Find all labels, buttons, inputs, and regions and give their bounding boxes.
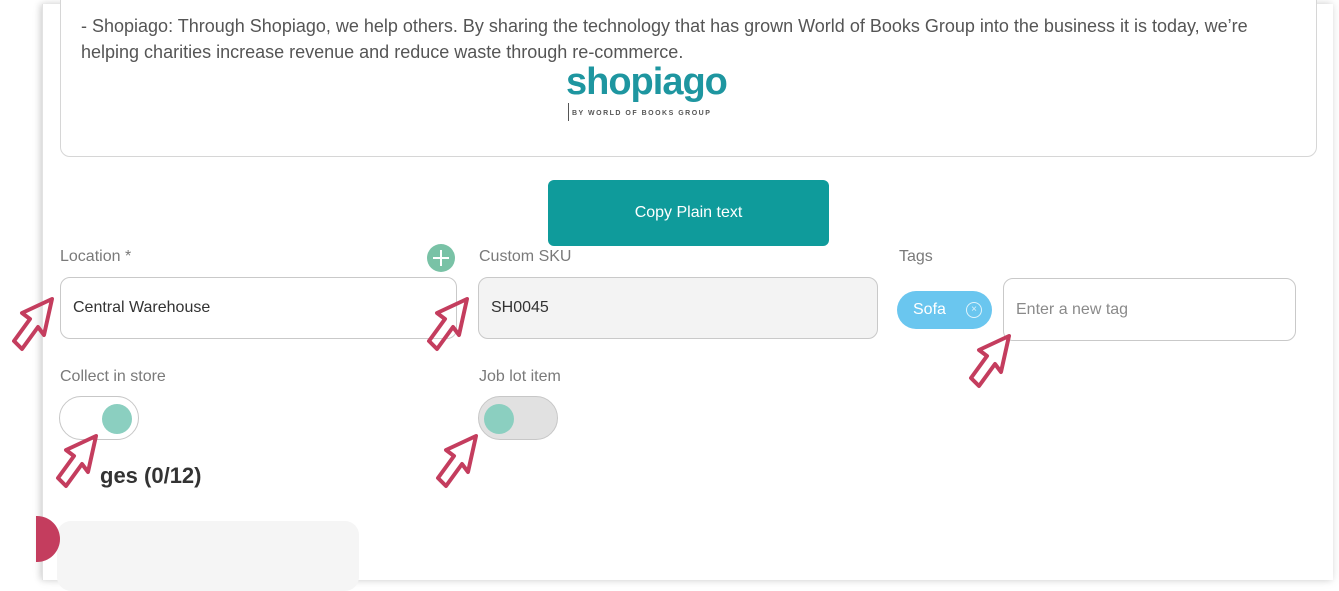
new-tag-input[interactable]: Enter a new tag [1003, 278, 1296, 341]
tags-label: Tags [899, 248, 933, 265]
pointer-cursor-icon [969, 334, 1011, 388]
description-box[interactable]: - Shopiago: Through Shopiago, we help ot… [60, 0, 1317, 157]
logo-wordmark: shopiago [566, 61, 728, 103]
job-lot-item-label: Job lot item [479, 368, 561, 385]
custom-sku-field[interactable]: SH0045 [478, 277, 878, 339]
logo-subtitle: BY WORLD OF BOOKS GROUP [572, 110, 712, 117]
location-label: Location * [60, 248, 132, 265]
left-margin [0, 0, 42, 580]
collect-in-store-label: Collect in store [60, 368, 166, 385]
images-heading: ges (0/12) [100, 463, 202, 488]
shopiago-logo: shopiago BY WORLD OF BOOKS GROUP [566, 61, 766, 125]
custom-sku-label: Custom SKU [479, 248, 572, 265]
logo-divider [568, 103, 569, 121]
new-tag-placeholder: Enter a new tag [1016, 300, 1129, 318]
tag-chip-label: Sofa [913, 301, 946, 318]
pointer-cursor-icon [436, 434, 478, 488]
image-upload-area[interactable] [57, 521, 359, 591]
add-location-icon[interactable] [427, 244, 455, 272]
copy-plain-text-button[interactable]: Copy Plain text [548, 180, 829, 246]
tag-chip[interactable]: Sofa × [897, 291, 992, 329]
pointer-cursor-icon [56, 434, 98, 488]
pointer-cursor-icon [427, 297, 469, 351]
location-field[interactable]: Central Warehouse [60, 277, 457, 339]
description-text: - Shopiago: Through Shopiago, we help ot… [81, 16, 1248, 62]
tag-remove-icon[interactable]: × [966, 302, 982, 318]
pointer-cursor-icon [12, 297, 54, 351]
